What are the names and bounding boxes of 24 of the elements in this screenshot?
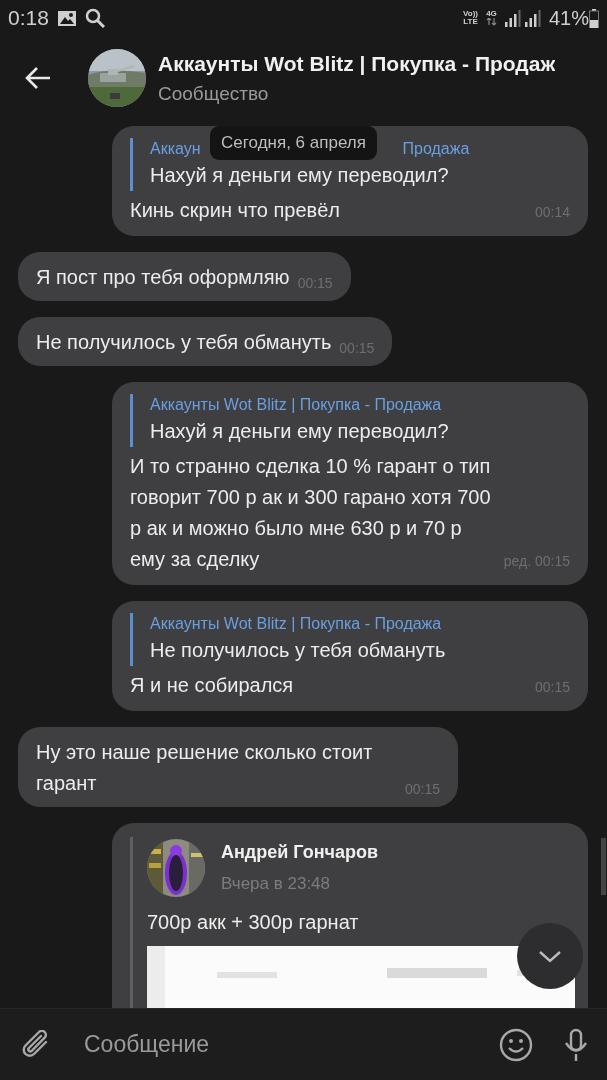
message-text: Я и не собирался [130,673,294,698]
reply-author: Аккаунты Wot Blitz | Покупка - Продажа [150,614,442,634]
post-text: 700р акк + 300р гарнат [147,910,360,935]
battery-percent: 41% [548,6,589,31]
reply-text: Нахуй я деньги ему переводил? [150,163,450,188]
chat-subtitle: Сообщество [158,81,270,106]
message-text: Я пост про тебя оформляю [36,265,290,290]
message-text: И то странно сделка 10 % гарант о тип говорит 700 р ак и 300 гарано хотя 700 р ак и можно было мне 630 р и 70 р ему за сделку [130,454,492,572]
reply-text: Нахуй я деньги ему переводил? [150,419,450,444]
reply-author: Аккаун [150,139,201,159]
volte-label: LTE [463,18,478,26]
network-label: 4G [485,9,497,18]
date-tooltip: Сегодня, 6 апреля [210,126,377,160]
message-text: Кинь скрин что превёл [130,198,341,223]
message-text: Ну это наше решение сколько стоит гарант [36,740,374,796]
reply-author: Продажа [402,139,470,159]
reply-author: Аккаунты Wot Blitz | Покупка - Продажа [150,395,442,415]
reply-text: Не получилось у тебя обмануть [150,638,447,663]
post-date: Вчера в 23:48 [221,873,331,895]
post-author: Андрей Гончаров [221,841,379,864]
volte-label: Vo)) [463,10,478,18]
message-text: Не получилось у тебя обмануть [36,330,332,355]
chat-title: Аккаунты Wot Blitz | Покупка - Продаж [158,51,556,77]
clock: 0:18 [8,5,49,32]
